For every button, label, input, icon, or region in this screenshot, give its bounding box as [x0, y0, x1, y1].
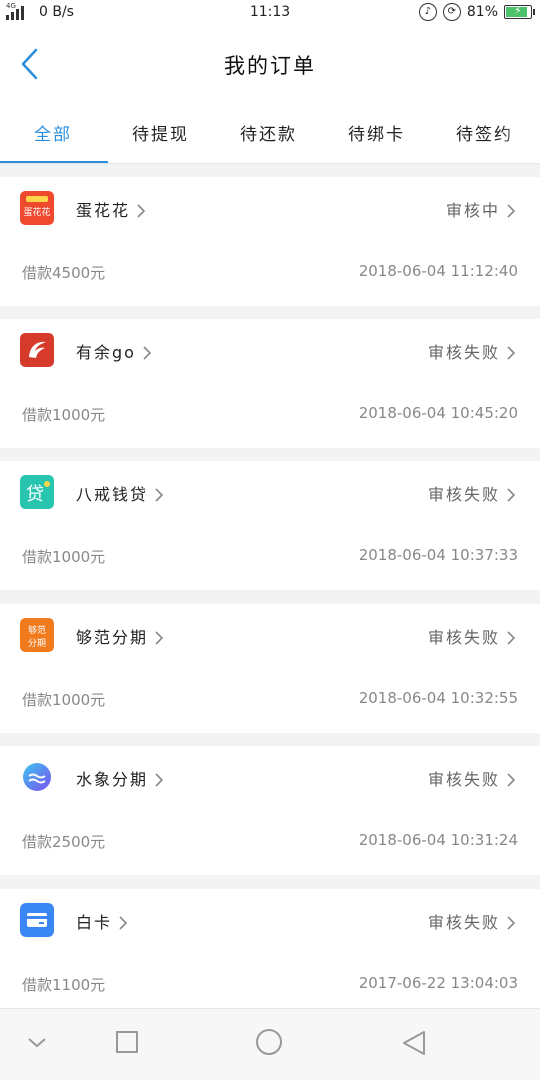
lender-name[interactable]: 白卡	[76, 909, 128, 933]
order-date: 2018-06-04 10:31:24	[358, 831, 518, 849]
loan-amount: 借款1000元	[22, 548, 106, 566]
chevron-right-icon	[137, 204, 146, 218]
lender-name[interactable]: 蛋花花	[76, 197, 146, 221]
order-status[interactable]: 审核失败	[428, 909, 516, 933]
chevron-right-icon	[155, 631, 164, 645]
order-card[interactable]: 有余go 审核失败 借款1000元 2018-06-04 10:45:20	[0, 319, 540, 448]
loan-amount: 借款2500元	[22, 833, 106, 851]
chevron-right-icon	[507, 488, 516, 502]
recent-apps-square-icon[interactable]	[114, 1029, 140, 1055]
order-card[interactable]: 蛋花花 蛋花花 审核中 借款4500元 2018-06-04 11:12:40	[0, 177, 540, 306]
svg-text:贷: 贷	[26, 484, 44, 505]
app-logo-danhuahua: 蛋花花	[20, 191, 54, 225]
app-logo-bajieqiandai: 贷	[20, 475, 54, 509]
app-logo-shuixiangfenqi	[20, 760, 54, 794]
order-date: 2018-06-04 10:45:20	[358, 404, 518, 422]
chevron-right-icon	[507, 773, 516, 787]
order-status[interactable]: 审核失败	[428, 481, 516, 505]
order-status[interactable]: 审核失败	[428, 766, 516, 790]
lender-name[interactable]: 八戒钱贷	[76, 481, 164, 505]
svg-text:蛋花花: 蛋花花	[23, 206, 50, 218]
chevron-down-icon[interactable]	[24, 1029, 50, 1055]
home-circle-icon[interactable]	[254, 1027, 284, 1057]
order-date: 2017-06-22 13:04:03	[358, 974, 518, 992]
tab-indicator	[0, 161, 108, 163]
order-date: 2018-06-04 11:12:40	[358, 262, 518, 280]
back-triangle-icon[interactable]	[400, 1029, 428, 1057]
chevron-right-icon	[507, 631, 516, 645]
order-date: 2018-06-04 10:32:55	[358, 689, 518, 707]
order-tabs: 全部 待提现 待还款 待绑卡 待签约	[0, 100, 540, 164]
loan-amount: 借款4500元	[22, 264, 106, 282]
lock-rotation-icon: ⟳	[442, 3, 461, 21]
app-logo-goufanfenqi: 够范 分期	[20, 618, 54, 652]
order-card[interactable]: 够范 分期 够范分期 审核失败 借款1000元 2018-06-04 10:32…	[0, 604, 540, 733]
tab-pending-bind-card[interactable]: 待绑卡	[348, 120, 405, 145]
chevron-right-icon	[507, 916, 516, 930]
tab-pending-withdraw[interactable]: 待提现	[132, 120, 189, 145]
order-status[interactable]: 审核失败	[428, 624, 516, 648]
lender-name[interactable]: 够范分期	[76, 624, 164, 648]
lender-name[interactable]: 有余go	[76, 339, 152, 363]
page-title: 我的订单	[224, 54, 316, 78]
chevron-right-icon	[143, 346, 152, 360]
loan-amount: 借款1000元	[22, 691, 106, 709]
tab-all[interactable]: 全部	[34, 120, 72, 145]
order-card[interactable]: 贷 八戒钱贷 审核失败 借款1000元 2018-06-04 10:37:33	[0, 461, 540, 590]
battery-percent: 81%	[466, 4, 498, 20]
order-card[interactable]: 白卡 审核失败 借款1100元 2017-06-22 13:04:03	[0, 889, 540, 1008]
lender-name[interactable]: 水象分期	[76, 766, 164, 790]
mute-icon: ♪	[418, 3, 437, 21]
loan-amount: 借款1000元	[22, 406, 106, 424]
app-logo-youyugo	[20, 333, 54, 367]
chevron-right-icon	[507, 204, 516, 218]
loan-amount: 借款1100元	[22, 976, 106, 994]
svg-text:够范: 够范	[28, 624, 46, 636]
battery-icon: ⚡	[504, 4, 535, 19]
system-nav-bar	[0, 1008, 540, 1080]
order-status[interactable]: 审核失败	[428, 339, 516, 363]
nav-bar: 我的订单	[0, 26, 540, 100]
chevron-right-icon	[507, 346, 516, 360]
chevron-right-icon	[155, 488, 164, 502]
order-card[interactable]: 水象分期 审核失败 借款2500元 2018-06-04 10:31:24	[0, 746, 540, 875]
order-status[interactable]: 审核中	[446, 197, 516, 221]
svg-text:分期: 分期	[28, 638, 46, 649]
order-date: 2018-06-04 10:37:33	[358, 546, 518, 564]
tab-pending-repay[interactable]: 待还款	[240, 120, 297, 145]
app-logo-baika	[20, 903, 54, 937]
status-bar: 4G 0 B/s 11:13 ♪ ⟳ 81% ⚡	[0, 0, 540, 26]
chevron-right-icon	[155, 773, 164, 787]
chevron-right-icon	[119, 916, 128, 930]
